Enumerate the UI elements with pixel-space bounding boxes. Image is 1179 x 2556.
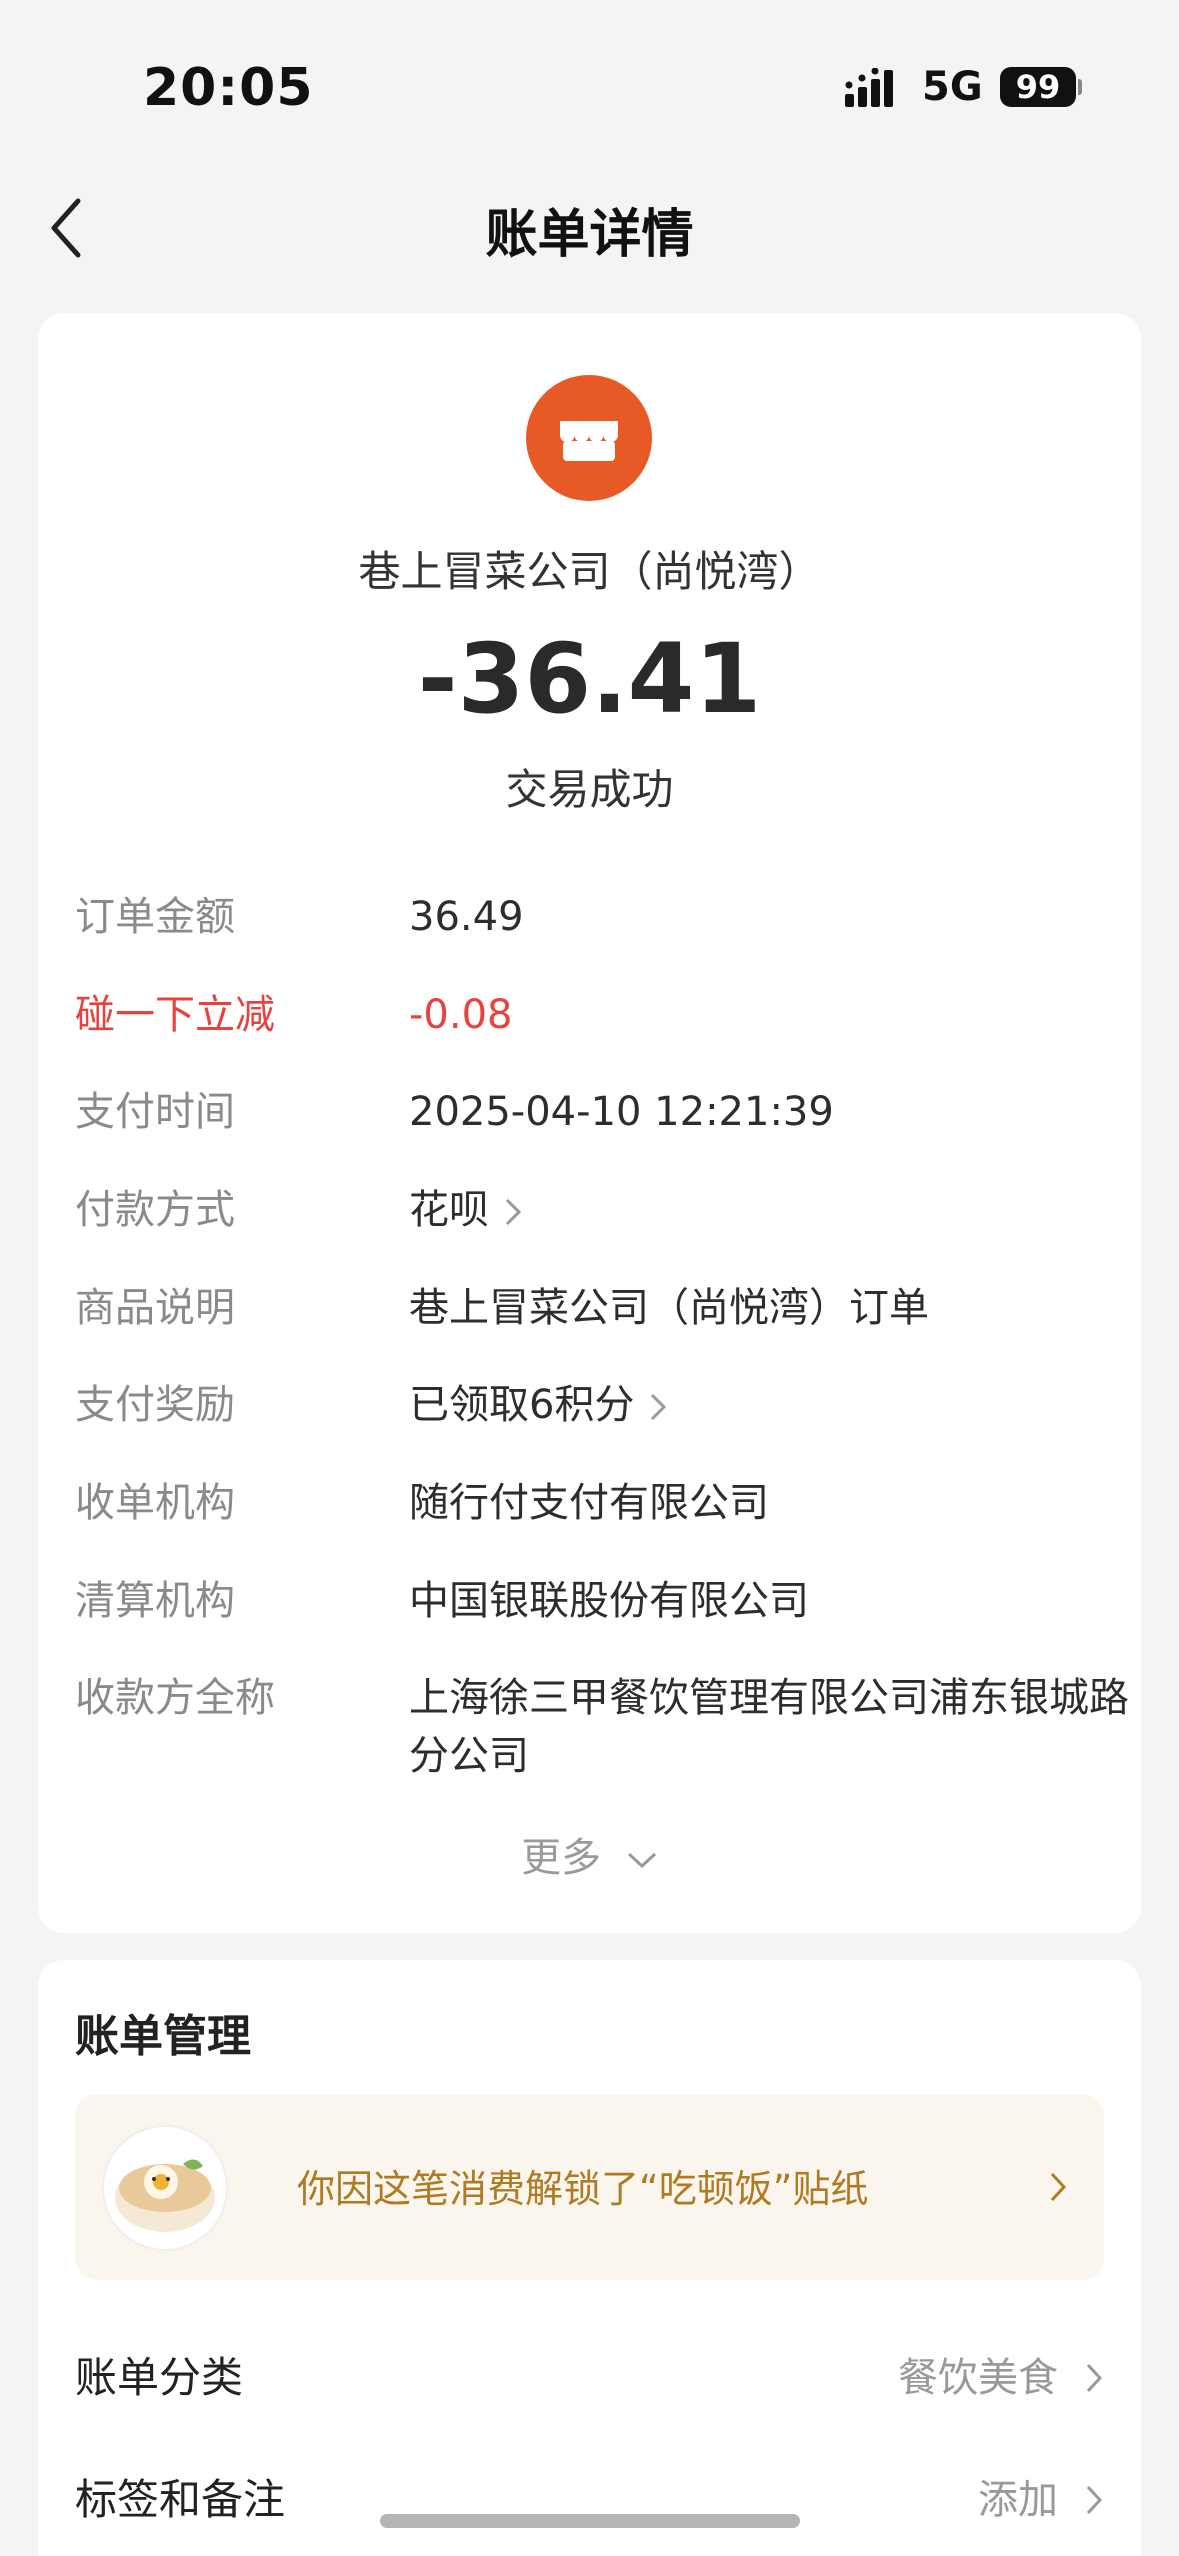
reward-text: 已领取6积分	[409, 1382, 635, 1428]
transaction-status: 交易成功	[505, 765, 674, 814]
detail-label: 清算机构	[75, 1578, 235, 1624]
status-bar: 20:05 5G 99	[0, 0, 1179, 150]
merchant-store-icon	[526, 375, 652, 501]
network-type: 5G	[922, 64, 983, 110]
bill-category-row[interactable]: 账单分类 餐饮美食	[75, 2343, 1104, 2413]
more-label: 更多	[521, 1835, 602, 1881]
detail-value-link[interactable]: 花呗	[409, 1181, 1149, 1239]
merchant-name: 巷上冒菜公司（尚悦湾）	[358, 547, 821, 596]
detail-value: 巷上冒菜公司（尚悦湾）订单	[409, 1285, 929, 1331]
pay-method-text: 花呗	[409, 1187, 489, 1233]
detail-value: 36.49	[409, 894, 524, 940]
more-button[interactable]: 更多	[38, 1825, 1141, 1883]
noodle-bowl-sticker-icon	[102, 2125, 228, 2251]
transaction-amount: -36.41	[417, 623, 762, 735]
detail-value-link[interactable]: 已领取6积分	[409, 1376, 1149, 1434]
chevron-right-icon	[505, 1198, 522, 1226]
chevron-right-icon	[1050, 2172, 1067, 2202]
detail-value: 中国银联股份有限公司	[409, 1578, 809, 1624]
page-title: 账单详情	[485, 205, 694, 265]
detail-label: 收款方全称	[75, 1675, 275, 1721]
detail-value: 2025-04-10 12:21:39	[409, 1089, 834, 1135]
tags-notes-value: 添加	[978, 2477, 1058, 2523]
detail-label: 付款方式	[75, 1187, 235, 1233]
cellular-signal-icon	[845, 68, 893, 107]
detail-label: 订单金额	[75, 894, 235, 940]
chevron-right-icon	[1086, 2363, 1103, 2393]
bill-manage-card: 账单管理 你因这笔消费解锁了“吃顿饭”贴纸 账单分类 餐饮美食 标签和备注 添加	[38, 1960, 1141, 2556]
detail-label: 支付奖励	[75, 1382, 235, 1428]
bill-category-label: 账单分类	[75, 2353, 244, 2402]
detail-value: 上海徐三甲餐饮管理有限公司浦东银城路分公司	[409, 1675, 1129, 1779]
bill-detail-page: 20:05 5G 99 账单详情 巷上冒菜公司（尚悦湾） -36.41 交易成功	[0, 0, 1179, 2556]
detail-label: 支付时间	[75, 1089, 235, 1135]
detail-value: 随行付支付有限公司	[409, 1480, 769, 1526]
detail-value: -0.08	[409, 992, 513, 1038]
chevron-right-icon	[1086, 2485, 1103, 2515]
section-title: 账单管理	[75, 2011, 251, 2062]
battery-icon: 99	[1000, 67, 1076, 107]
bill-category-value: 餐饮美食	[898, 2355, 1058, 2401]
detail-label: 收单机构	[75, 1480, 235, 1526]
battery-tip	[1078, 79, 1082, 95]
detail-label: 商品说明	[75, 1285, 235, 1331]
detail-label: 碰一下立减	[75, 992, 275, 1038]
bill-detail-card: 巷上冒菜公司（尚悦湾） -36.41 交易成功 订单金额 36.49 碰一下立减…	[38, 313, 1141, 1933]
status-time: 20:05	[143, 58, 314, 118]
tags-notes-label: 标签和备注	[75, 2475, 286, 2524]
chevron-down-icon	[627, 1852, 656, 1869]
sticker-text: 你因这笔消费解锁了“吃顿饭”贴纸	[297, 2167, 869, 2211]
chevron-right-icon	[651, 1393, 667, 1421]
store-icon	[560, 421, 618, 461]
home-indicator[interactable]	[380, 2514, 800, 2528]
sticker-unlock-banner[interactable]: 你因这笔消费解锁了“吃顿饭”贴纸	[75, 2094, 1104, 2280]
